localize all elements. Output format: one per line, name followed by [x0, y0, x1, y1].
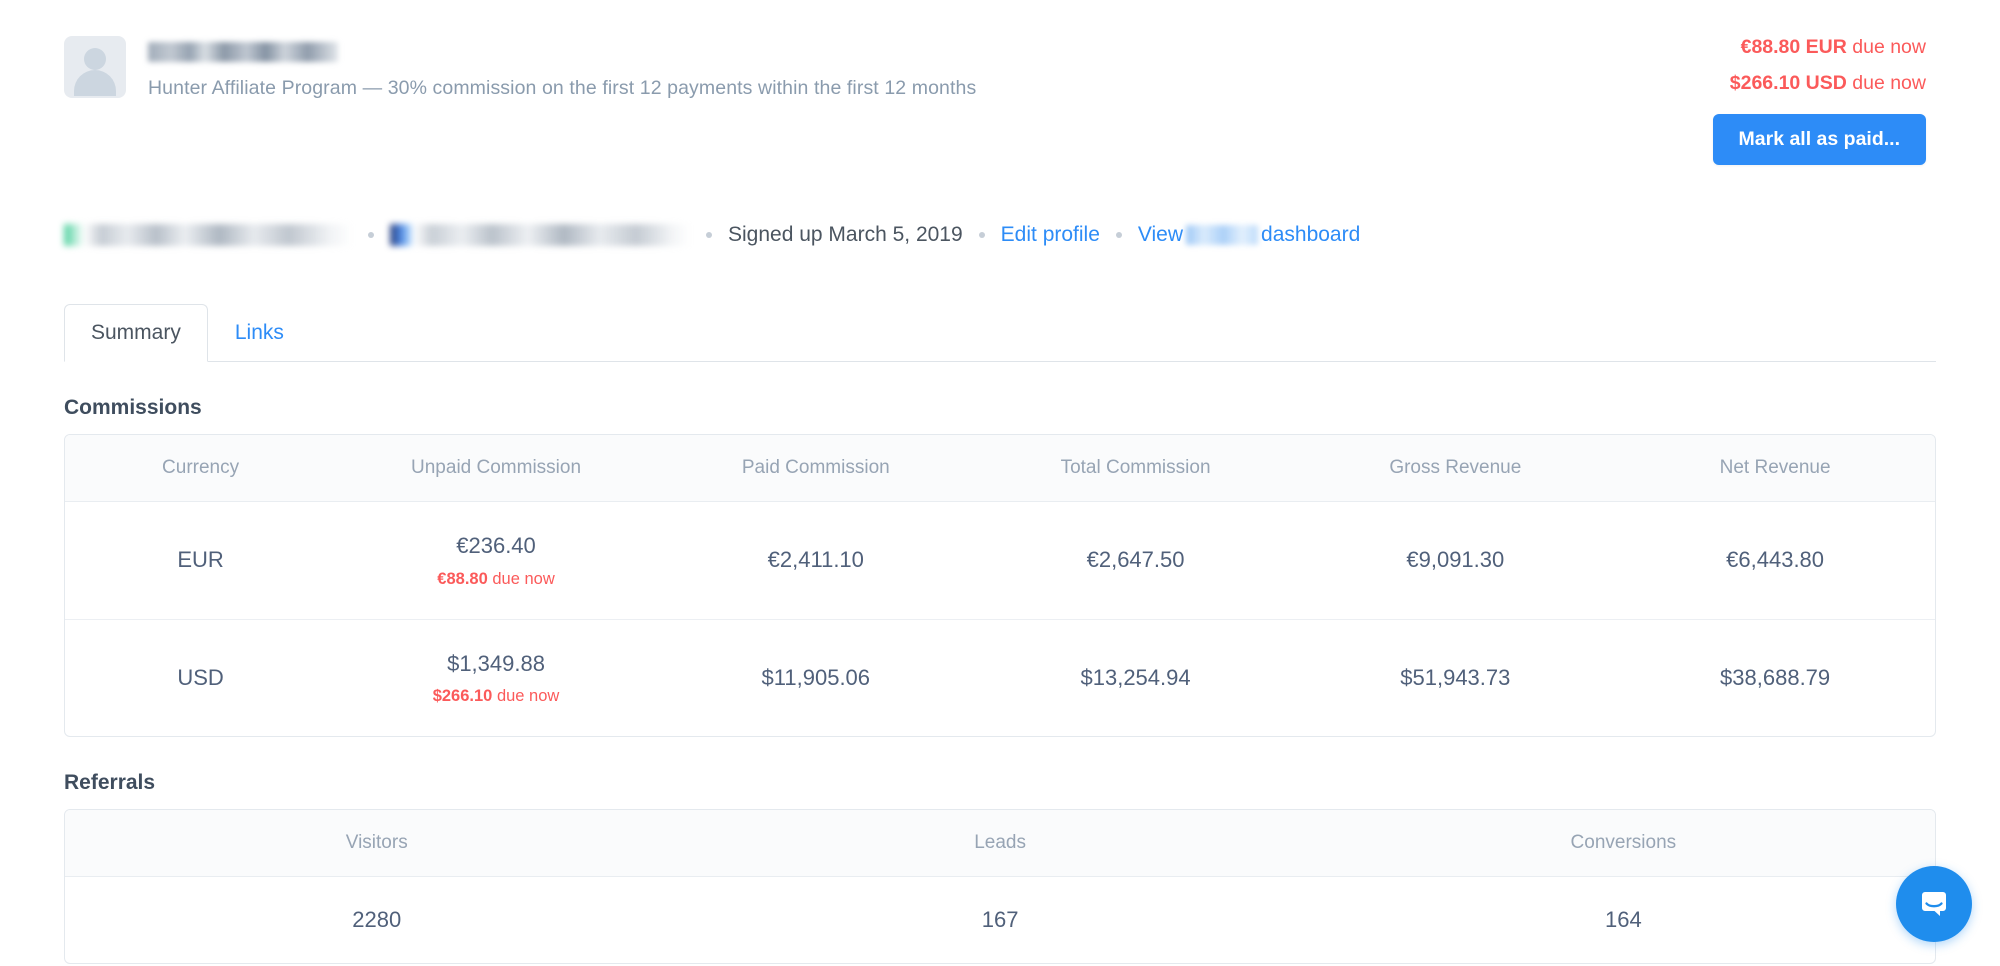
unpaid-due-note: €88.80 due now [346, 570, 646, 589]
cell-gross-revenue: €9,091.30 [1295, 501, 1616, 620]
cell-unpaid-commission: $1,349.88 $266.10 due now [336, 619, 656, 736]
view-dashboard-prefix: View [1137, 223, 1184, 246]
col-visitors: Visitors [65, 810, 689, 877]
referrals-table-head: Visitors Leads Conversions [65, 810, 1935, 877]
referrals-section-title: Referrals [64, 771, 156, 794]
tab-summary[interactable]: Summary [64, 304, 208, 362]
identity-text: Hunter Affiliate Program — 30% commissio… [148, 30, 976, 100]
affiliate-identity: Hunter Affiliate Program — 30% commissio… [64, 30, 976, 100]
meta-separator-dot [368, 232, 374, 238]
unpaid-amount: €236.40 [456, 533, 536, 558]
table-row: 2280 167 164 [65, 877, 1935, 964]
avatar-body-shape [74, 70, 116, 96]
col-gross-revenue: Gross Revenue [1295, 435, 1616, 502]
referrals-table-body: 2280 167 164 [65, 877, 1935, 964]
col-paid-commission: Paid Commission [655, 435, 976, 502]
due-summary: €88.80 EUR due now $266.10 USD due now M… [1712, 30, 1936, 165]
cell-total-commission: $13,254.94 [1080, 664, 1191, 690]
cell-leads: 167 [981, 907, 1019, 932]
cell-currency: EUR [65, 501, 337, 620]
due-now-eur-amount: €88.80 EUR [1740, 36, 1847, 58]
brand-name-redacted [1186, 225, 1259, 245]
table-row: USD $1,349.88 $266.10 due now $11,905.06… [65, 619, 1935, 736]
meta-separator-dot [978, 232, 985, 238]
unpaid-due-note: $266.10 due now [346, 687, 646, 706]
meta-separator-dot [706, 232, 712, 238]
col-leads: Leads [688, 810, 1312, 877]
unpaid-due-suffix: due now [492, 687, 560, 705]
col-currency: Currency [65, 435, 337, 502]
commissions-section-title: Commissions [64, 396, 202, 419]
due-now-eur-suffix: due now [1846, 36, 1926, 58]
edit-profile-link[interactable]: Edit profile [1001, 223, 1100, 247]
avatar [64, 36, 126, 98]
intercom-chat-icon [1914, 884, 1954, 924]
cell-total-commission: €2,647.50 [975, 501, 1296, 620]
affiliate-name-redacted [148, 42, 338, 62]
cell-unpaid-commission: €236.40 €88.80 due now [336, 501, 656, 620]
col-net-revenue: Net Revenue [1615, 435, 1935, 502]
email-redacted [64, 224, 352, 246]
due-now-usd-suffix: due now [1846, 72, 1926, 94]
referrals-table: Visitors Leads Conversions 2280 167 164 [65, 810, 1935, 963]
commissions-table-body: EUR €236.40 €88.80 due now €2,411.10 €2,… [65, 501, 1935, 737]
referrals-card: Visitors Leads Conversions 2280 167 164 [64, 809, 1936, 964]
due-now-eur: €88.80 EUR due now [1713, 36, 1926, 59]
cell-net-revenue: $38,688.79 [1720, 664, 1831, 690]
chat-launcher-button[interactable] [1896, 866, 1972, 942]
mark-all-as-paid-button[interactable]: Mark all as paid... [1712, 114, 1926, 165]
unpaid-due-amount: €88.80 [437, 569, 488, 588]
affiliate-summary-page: Hunter Affiliate Program — 30% commissio… [0, 0, 2000, 966]
profile-meta-row: Signed up March 5, 2019 Edit profile Vie… [64, 223, 1936, 247]
commissions-card: Currency Unpaid Commission Paid Commissi… [64, 434, 1936, 737]
program-description: Hunter Affiliate Program — 30% commissio… [148, 77, 977, 99]
cell-paid-commission: €2,411.10 [655, 501, 976, 620]
email-meta-item[interactable] [64, 224, 352, 246]
website-meta-item[interactable] [390, 224, 690, 246]
cell-currency: USD [177, 664, 224, 690]
referrals-header-row: Visitors Leads Conversions [65, 810, 1935, 877]
cell-visitors: 2280 [352, 907, 402, 932]
table-row: EUR €236.40 €88.80 due now €2,411.10 €2,… [65, 501, 1935, 620]
col-conversions: Conversions [1311, 810, 1935, 877]
commissions-table: Currency Unpaid Commission Paid Commissi… [65, 435, 1935, 736]
tab-links[interactable]: Links [208, 304, 311, 362]
tab-bar: Summary Links [64, 303, 1936, 362]
avatar-head-shape [84, 48, 106, 70]
cell-paid-commission: $11,905.06 [761, 664, 871, 690]
website-redacted [390, 224, 690, 246]
due-now-usd: $266.10 USD due now [1713, 72, 1926, 95]
view-dashboard-suffix: dashboard [1261, 223, 1361, 246]
cell-net-revenue: €6,443.80 [1615, 501, 1935, 620]
col-unpaid-commission: Unpaid Commission [336, 435, 656, 502]
signup-date: Signed up March 5, 2019 [728, 223, 963, 246]
page-header: Hunter Affiliate Program — 30% commissio… [64, 0, 1936, 165]
cell-gross-revenue: $51,943.73 [1400, 664, 1511, 690]
col-total-commission: Total Commission [975, 435, 1296, 502]
commissions-header-row: Currency Unpaid Commission Paid Commissi… [65, 435, 1935, 502]
unpaid-amount: $1,349.88 [447, 650, 545, 676]
view-dashboard-link[interactable]: View dashboard [1138, 223, 1360, 247]
meta-separator-dot [1115, 232, 1122, 238]
unpaid-due-amount: $266.10 [432, 687, 493, 705]
commissions-table-head: Currency Unpaid Commission Paid Commissi… [65, 435, 1935, 502]
unpaid-due-suffix: due now [487, 569, 555, 588]
cell-conversions: 164 [1605, 907, 1642, 932]
due-now-usd-amount: $266.10 USD [1729, 72, 1847, 94]
